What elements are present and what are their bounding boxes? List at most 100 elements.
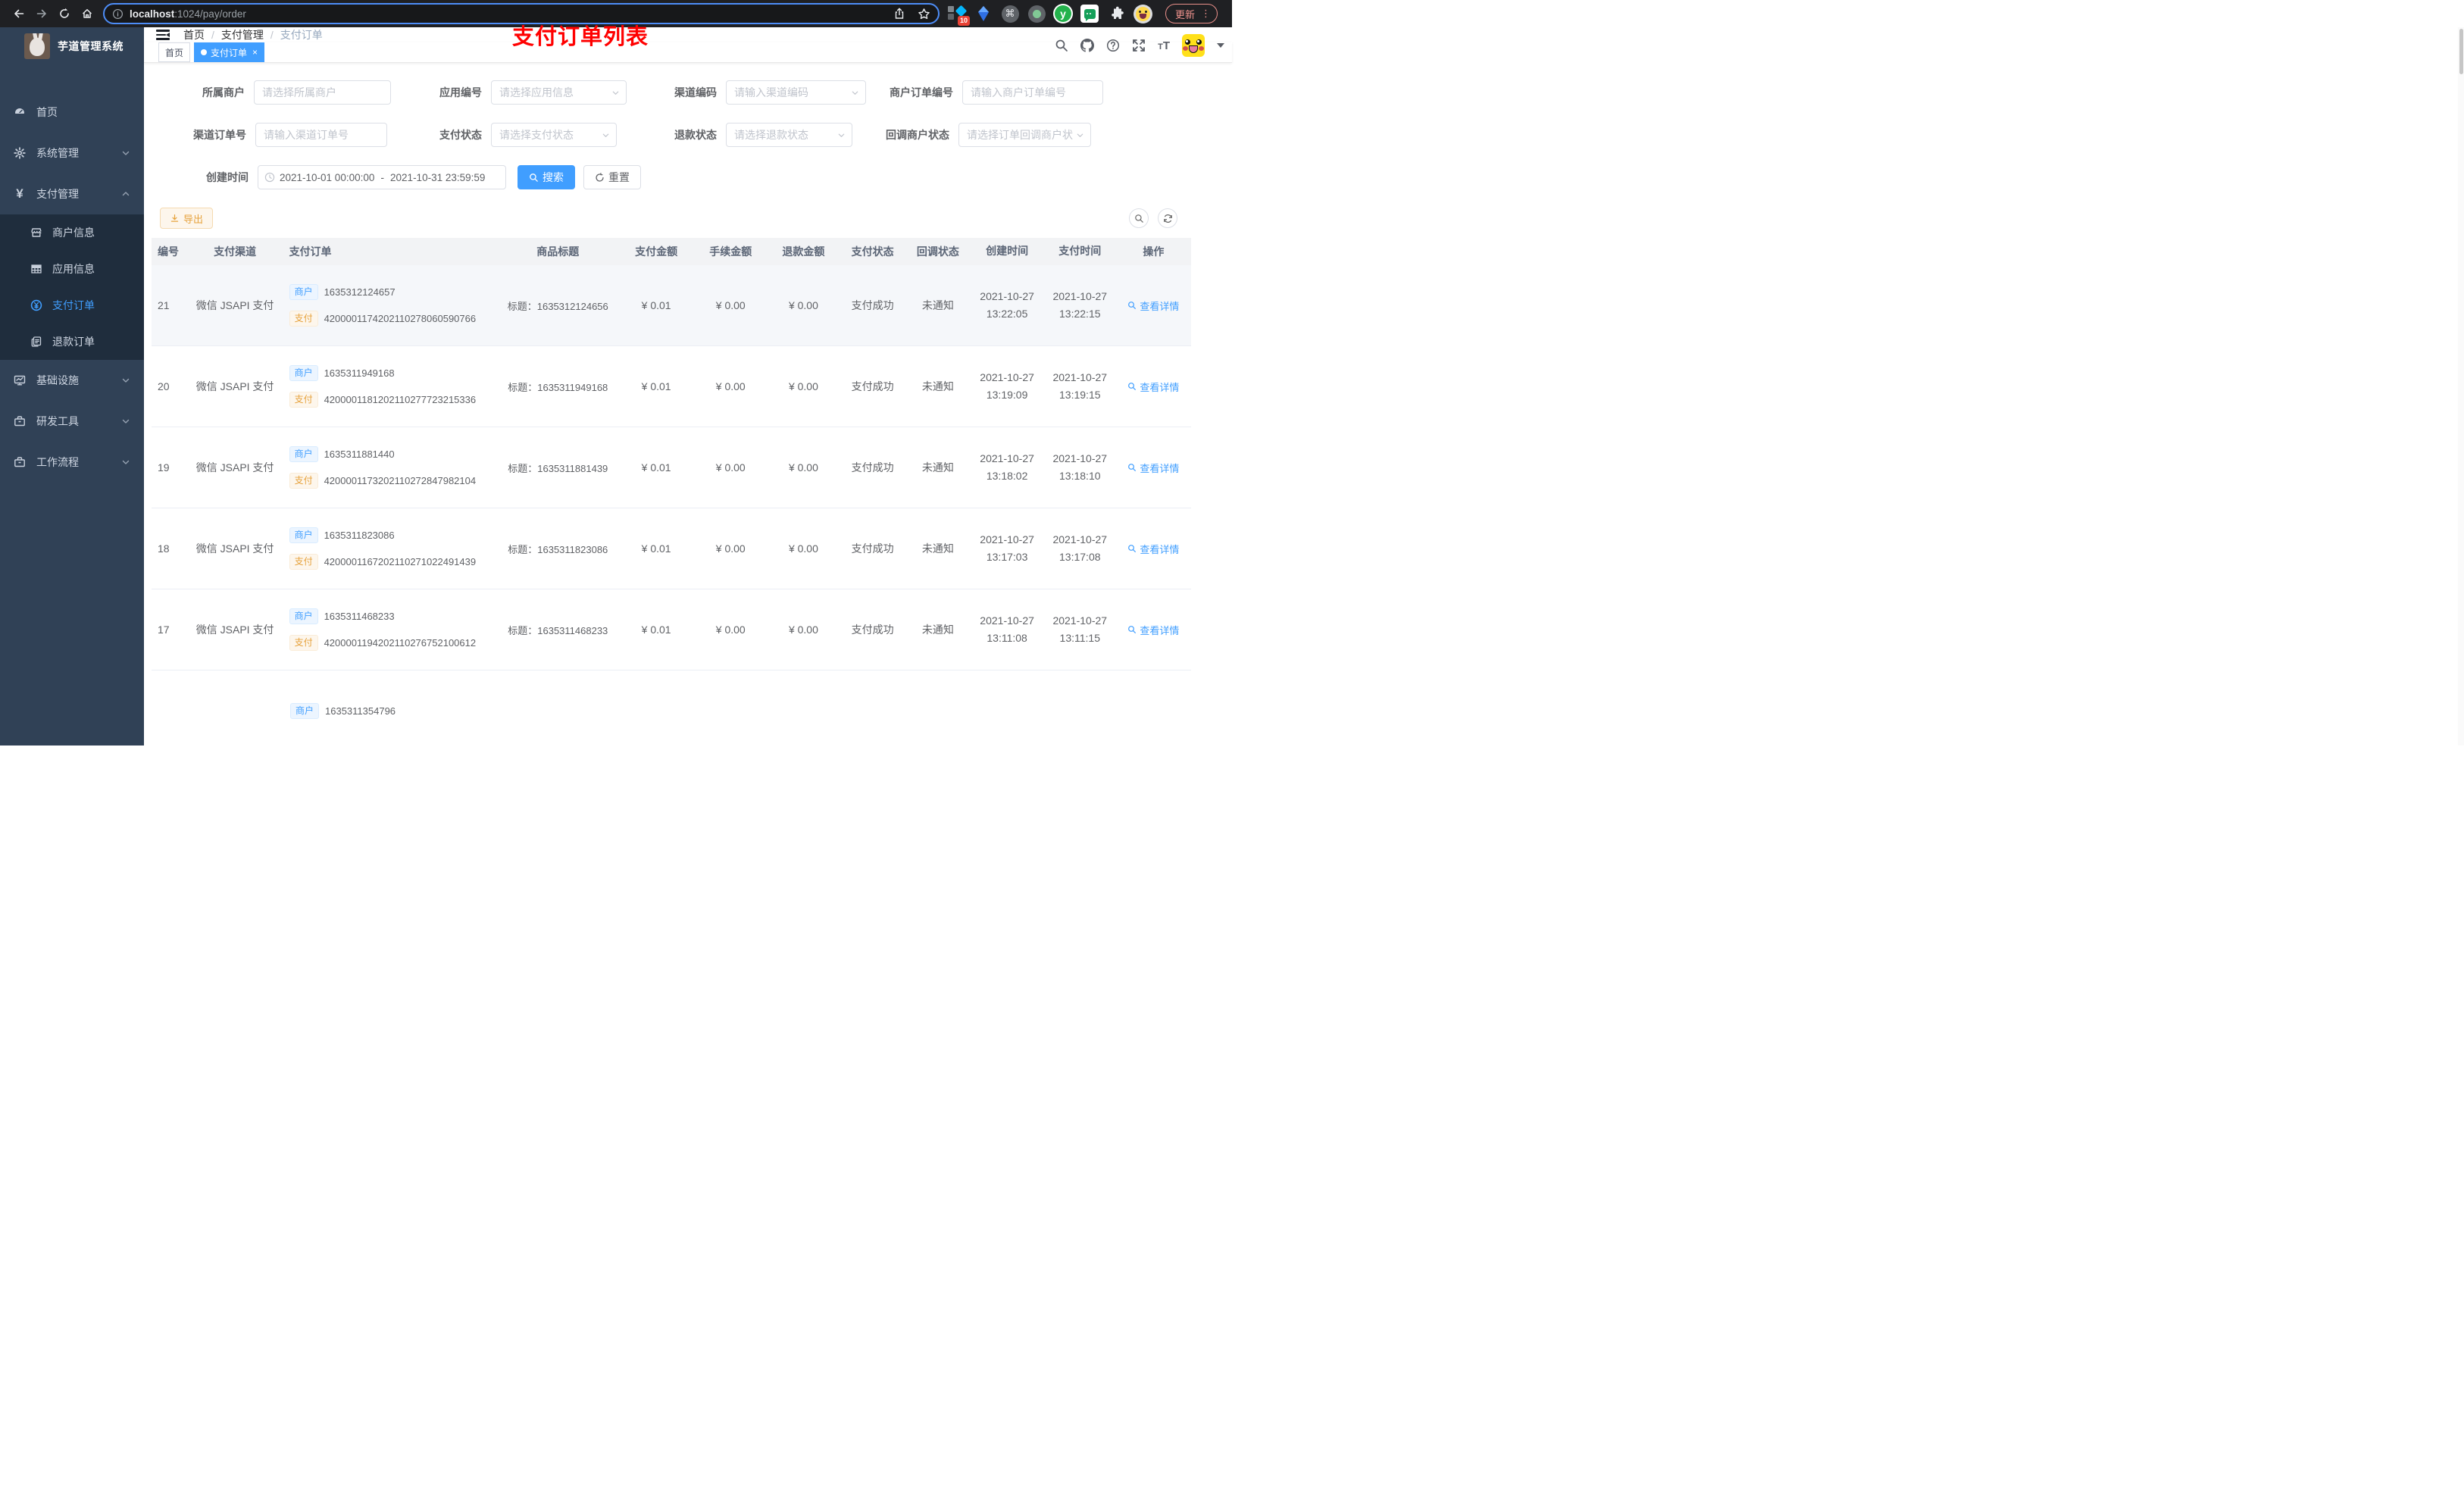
- merchant-tag: 商户: [290, 703, 320, 719]
- cell-status: 支付成功: [851, 461, 894, 474]
- create-time-range-picker[interactable]: 2021-10-01 00:00:00 - 2021-10-31 23:59:5…: [258, 165, 506, 189]
- view-detail-link[interactable]: 查看详情: [1127, 542, 1179, 556]
- chevron-down-icon: [122, 378, 130, 383]
- notify-status-select[interactable]: 请选择订单回调商户状态: [958, 123, 1091, 147]
- cell-id: 17: [158, 624, 170, 636]
- browser-menu-icon[interactable]: ⋮: [1201, 8, 1211, 20]
- cell-status: 支付成功: [851, 380, 894, 392]
- col-header-title: 商品标题: [536, 245, 580, 258]
- sidebar-item-label: 支付订单: [52, 299, 95, 311]
- extension-kite-icon[interactable]: [974, 4, 993, 23]
- share-icon[interactable]: [893, 8, 905, 20]
- cell-pay-order: 商户 1635311354796: [282, 703, 500, 719]
- cell-pay-order: 商户 1635311949168 支付 4200001181202110277723…: [281, 365, 497, 408]
- user-avatar[interactable]: [1182, 34, 1205, 57]
- export-button[interactable]: 导出: [160, 208, 214, 229]
- merchant-order-no-input[interactable]: 请输入商户订单编号: [962, 80, 1103, 105]
- channel-code-select[interactable]: 请输入渠道编码: [726, 80, 866, 105]
- extension-command-icon[interactable]: ⌘: [1000, 4, 1020, 23]
- scrollbar-thumb[interactable]: [2459, 29, 2463, 74]
- sidebar-item-infra[interactable]: 基础设施: [0, 360, 144, 401]
- cell-fee: ¥ 0.00: [715, 542, 746, 555]
- sidebar-item-pay-order[interactable]: 支付订单: [0, 287, 144, 324]
- app-logo-row[interactable]: 芋道管理系统: [0, 27, 144, 65]
- refresh-icon: [596, 172, 604, 182]
- app-select[interactable]: 请选择应用信息: [491, 80, 627, 105]
- view-detail-link[interactable]: 查看详情: [1127, 461, 1179, 475]
- tag-close-icon[interactable]: ×: [252, 47, 258, 58]
- sidebar-item-workflow[interactable]: 工作流程: [0, 442, 144, 483]
- sidebar-item-dev-tools[interactable]: 研发工具: [0, 401, 144, 442]
- extensions-puzzle-icon[interactable]: [1106, 4, 1126, 23]
- col-header-pay-time: 支付时间: [1058, 245, 1102, 258]
- sidebar-item-pay[interactable]: ¥ 支付管理: [0, 173, 144, 214]
- sidebar-item-app-info[interactable]: 应用信息: [0, 251, 144, 287]
- search-icon: [1128, 464, 1137, 471]
- breadcrumb-current: 支付订单: [280, 29, 323, 41]
- toolbox-icon: [14, 416, 25, 427]
- extension-emoji-icon[interactable]: [1133, 4, 1152, 23]
- browser-back-button[interactable]: [9, 4, 29, 23]
- search-icon[interactable]: [1055, 39, 1068, 52]
- cell-notify: 未通知: [921, 542, 954, 555]
- merchant-tag: 商户: [289, 365, 318, 381]
- yen-circle-icon: [30, 299, 42, 311]
- pay-tag: 支付: [289, 473, 318, 489]
- cell-actions: 查看详情: [1116, 542, 1191, 556]
- refund-status-select[interactable]: 请选择退款状态: [726, 123, 852, 147]
- github-icon[interactable]: [1080, 39, 1095, 52]
- search-button[interactable]: 搜索: [518, 165, 575, 189]
- cell-id: 19: [158, 461, 170, 474]
- grid-icon: [31, 264, 42, 274]
- sidebar-item-label: 基础设施: [36, 374, 79, 386]
- breadcrumb-home[interactable]: 首页: [183, 27, 205, 42]
- sidebar-item-refund-order[interactable]: 退款订单: [0, 324, 144, 360]
- fullscreen-icon[interactable]: [1132, 39, 1146, 52]
- monitor-chart-icon: [14, 375, 26, 386]
- extension-badge: 10: [957, 16, 970, 26]
- table-header-row: 编号 支付渠道 支付订单 商品标题 支付金额 手续金额 退款金额 支付状态 回调…: [152, 238, 1191, 265]
- breadcrumb-pay[interactable]: 支付管理: [221, 27, 264, 42]
- sidebar-item-system[interactable]: 系统管理: [0, 133, 144, 173]
- font-size-icon[interactable]: TT: [1158, 40, 1170, 52]
- help-icon[interactable]: [1106, 39, 1120, 52]
- pay-status-select[interactable]: 请选择支付状态: [491, 123, 617, 147]
- col-header-pay-order: 支付订单: [289, 245, 332, 258]
- extension-recorder-icon[interactable]: [1027, 4, 1046, 23]
- view-detail-link[interactable]: 查看详情: [1127, 380, 1179, 394]
- merchant-order-no-label: 商户订单编号: [890, 86, 953, 98]
- cell-fee: ¥ 0.00: [715, 380, 746, 392]
- cell-actions: 查看详情: [1116, 623, 1191, 637]
- col-header-amount: 支付金额: [635, 245, 678, 258]
- tag-pay-order[interactable]: 支付订单 ×: [194, 42, 265, 62]
- sidebar-item-home[interactable]: 首页: [0, 92, 144, 133]
- refresh-table-button[interactable]: [1158, 208, 1177, 228]
- toggle-search-button[interactable]: [1129, 208, 1149, 228]
- chevron-down-icon: [612, 91, 619, 95]
- browser-forward-button[interactable]: [32, 4, 52, 23]
- sidebar-item-merchant-info[interactable]: 商户信息: [0, 214, 144, 251]
- extension-y-icon[interactable]: y: [1053, 4, 1073, 23]
- view-detail-link[interactable]: 查看详情: [1127, 299, 1179, 313]
- extension-sketch-icon[interactable]: 10: [947, 4, 970, 26]
- home-icon: [82, 9, 92, 18]
- refresh-icon: [1163, 214, 1172, 223]
- reset-button[interactable]: 重置: [583, 165, 641, 189]
- table-row: 18 微信 JSAPI 支付 商户 1635311823086 支付 4200001…: [152, 508, 1191, 589]
- sidebar-item-label: 退款订单: [52, 336, 95, 348]
- browser-home-button[interactable]: [77, 4, 97, 23]
- channel-order-no-input[interactable]: 请输入渠道订单号: [255, 123, 387, 147]
- chevron-down-icon: [852, 91, 858, 95]
- cell-fee: ¥ 0.00: [715, 624, 746, 636]
- extension-chat-icon[interactable]: [1080, 4, 1099, 23]
- tag-home[interactable]: 首页: [158, 42, 191, 62]
- browser-update-button[interactable]: 更新 ⋮: [1165, 4, 1218, 23]
- merchant-select[interactable]: 请选择所属商户: [254, 80, 391, 105]
- sidebar-collapse-icon[interactable]: [156, 30, 170, 40]
- page-scrollbar[interactable]: [2458, 27, 2464, 746]
- bookmark-star-icon[interactable]: [918, 8, 930, 20]
- view-detail-link[interactable]: 查看详情: [1127, 623, 1179, 637]
- site-info-icon[interactable]: [112, 8, 124, 20]
- browser-reload-button[interactable]: [55, 4, 74, 23]
- user-menu-caret-icon[interactable]: [1217, 43, 1224, 48]
